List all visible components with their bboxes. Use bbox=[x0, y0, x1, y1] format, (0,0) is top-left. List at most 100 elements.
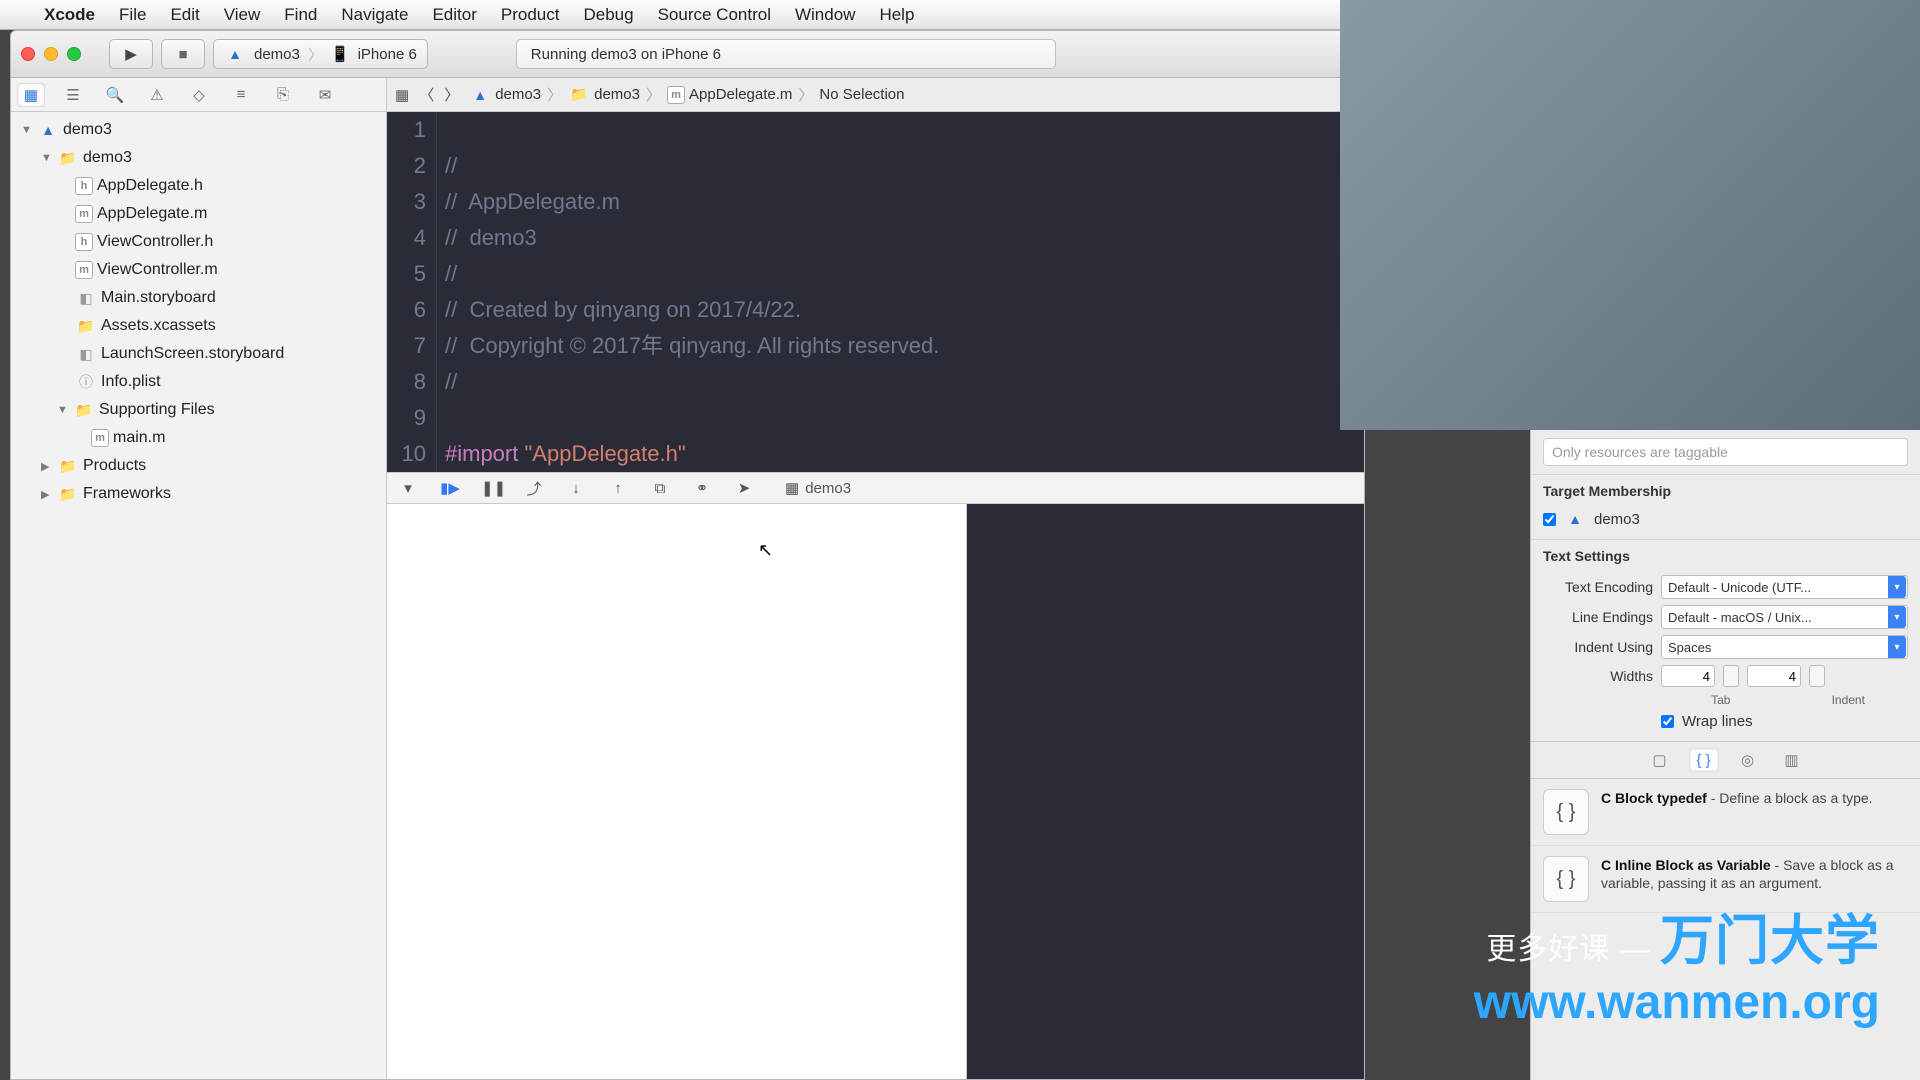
chevron-right-icon: 〉 bbox=[308, 44, 323, 65]
location-icon[interactable]: ➤ bbox=[733, 479, 755, 497]
xcode-toolbar: ▲ demo3 〉 📱 iPhone 6 Running demo3 on iP… bbox=[10, 30, 1365, 78]
debug-toolbar: ▾ ▮▶ ❚❚ ⤴ ↓ ↑ ⧉ ⚭ ➤ ▦demo3 bbox=[387, 472, 1364, 504]
tree-project-root[interactable]: ▼▲demo3 bbox=[11, 116, 386, 144]
app-menu[interactable]: Xcode bbox=[32, 5, 107, 25]
scheme-selector[interactable]: ▲ demo3 〉 📱 iPhone 6 bbox=[213, 39, 428, 69]
tree-supporting[interactable]: ▼📁Supporting Files bbox=[11, 396, 386, 424]
menu-file[interactable]: File bbox=[107, 5, 158, 25]
menu-debug[interactable]: Debug bbox=[571, 5, 645, 25]
tab-width-input[interactable] bbox=[1661, 665, 1715, 687]
tree-file[interactable]: ⓘInfo.plist bbox=[11, 368, 386, 396]
tree-file[interactable]: mmain.m bbox=[11, 424, 386, 452]
grid-icon: ▦ bbox=[785, 479, 799, 497]
tree-products[interactable]: ▶📁Products bbox=[11, 452, 386, 480]
tree-frameworks[interactable]: ▶📁Frameworks bbox=[11, 480, 386, 508]
breakpoint-navigator-tab[interactable]: ⎘ bbox=[269, 83, 297, 107]
target-checkbox[interactable] bbox=[1543, 513, 1556, 526]
back-button[interactable]: 〈 bbox=[419, 84, 434, 105]
view-hierarchy-icon[interactable]: ⧉ bbox=[649, 480, 671, 497]
menu-navigate[interactable]: Navigate bbox=[329, 5, 420, 25]
tab-stepper[interactable] bbox=[1723, 665, 1739, 687]
step-out-icon[interactable]: ↑ bbox=[607, 480, 629, 497]
object-library-tab[interactable]: ◎ bbox=[1733, 748, 1763, 772]
step-into-icon[interactable]: ↓ bbox=[565, 480, 587, 497]
snippet-title: C Inline Block as Variable bbox=[1601, 857, 1771, 873]
menu-product[interactable]: Product bbox=[489, 5, 572, 25]
m-file-icon: m bbox=[667, 86, 685, 104]
tree-file[interactable]: mViewController.m bbox=[11, 256, 386, 284]
endings-select[interactable]: Default - macOS / Unix...▾ bbox=[1661, 605, 1908, 629]
chevron-right-icon: 〉 bbox=[545, 84, 564, 105]
debug-area bbox=[387, 504, 1364, 1079]
snippet-title: C Block typedef bbox=[1601, 790, 1707, 806]
indent-select[interactable]: Spaces▾ bbox=[1661, 635, 1908, 659]
menu-source-control[interactable]: Source Control bbox=[646, 5, 783, 25]
close-button[interactable] bbox=[21, 47, 35, 61]
console-view[interactable] bbox=[967, 504, 1364, 1079]
tree-group[interactable]: ▼📁demo3 bbox=[11, 144, 386, 172]
variables-view[interactable] bbox=[387, 504, 967, 1079]
endings-label: Line Endings bbox=[1543, 609, 1653, 625]
target-membership-header: Target Membership bbox=[1543, 483, 1908, 499]
pause-icon[interactable]: ❚❚ bbox=[481, 479, 503, 497]
window-controls bbox=[21, 47, 81, 61]
debug-target[interactable]: ▦demo3 bbox=[785, 479, 851, 497]
menu-edit[interactable]: Edit bbox=[158, 5, 211, 25]
report-navigator-tab[interactable]: ✉ bbox=[311, 83, 339, 107]
related-items-icon[interactable]: ▦ bbox=[395, 86, 409, 104]
status-text: Running demo3 on iPhone 6 bbox=[531, 46, 721, 63]
snippet-item[interactable]: { } C Block typedef - Define a block as … bbox=[1531, 779, 1920, 846]
indent-width-input[interactable] bbox=[1747, 665, 1801, 687]
tree-file[interactable]: 📁Assets.xcassets bbox=[11, 312, 386, 340]
chevron-right-icon: 〉 bbox=[796, 84, 815, 105]
menu-editor[interactable]: Editor bbox=[420, 5, 488, 25]
library-tabs: ▢ { } ◎ ▥ bbox=[1531, 741, 1920, 779]
zoom-button[interactable] bbox=[67, 47, 81, 61]
tree-file[interactable]: hViewController.h bbox=[11, 228, 386, 256]
wrap-checkbox[interactable] bbox=[1661, 715, 1674, 728]
test-navigator-tab[interactable]: ◇ bbox=[185, 83, 213, 107]
project-navigator: ▦ ☰ 🔍 ⚠ ◇ ≡ ⎘ ✉ ▼▲demo3 ▼📁demo3 hAppDele… bbox=[11, 78, 387, 1079]
target-membership-item[interactable]: ▲ demo3 bbox=[1543, 507, 1908, 531]
tree-file[interactable]: ◧LaunchScreen.storyboard bbox=[11, 340, 386, 368]
tree-file[interactable]: hAppDelegate.h bbox=[11, 172, 386, 200]
source-text[interactable]: // // AppDelegate.m // demo3 // // Creat… bbox=[437, 112, 939, 472]
issue-navigator-tab[interactable]: ⚠ bbox=[143, 83, 171, 107]
symbol-navigator-tab[interactable]: ☰ bbox=[59, 83, 87, 107]
code-editor[interactable]: 12345678910 // // AppDelegate.m // demo3… bbox=[387, 112, 1364, 472]
breadcrumb[interactable]: ▲demo3 〉 📁demo3 〉 mAppDelegate.m 〉 No Se… bbox=[469, 84, 904, 105]
encoding-select[interactable]: Default - Unicode (UTF...▾ bbox=[1661, 575, 1908, 599]
project-navigator-tab[interactable]: ▦ bbox=[17, 83, 45, 107]
media-library-tab[interactable]: ▥ bbox=[1777, 748, 1807, 772]
menu-view[interactable]: View bbox=[212, 5, 273, 25]
file-template-tab[interactable]: ▢ bbox=[1645, 748, 1675, 772]
scheme-target-label: demo3 bbox=[254, 46, 300, 63]
tab-caption: Tab bbox=[1661, 693, 1781, 707]
chevron-right-icon: 〉 bbox=[644, 84, 663, 105]
debug-navigator-tab[interactable]: ≡ bbox=[227, 83, 255, 107]
run-button[interactable] bbox=[109, 39, 153, 69]
menu-window[interactable]: Window bbox=[783, 5, 867, 25]
watermark: 更多好课 — 万门大学 www.wanmen.org bbox=[1474, 896, 1880, 1030]
find-navigator-tab[interactable]: 🔍 bbox=[101, 83, 129, 107]
minimize-button[interactable] bbox=[44, 47, 58, 61]
hide-debug-area-icon[interactable]: ▾ bbox=[397, 479, 419, 497]
tree-file[interactable]: ◧Main.storyboard bbox=[11, 284, 386, 312]
tree-file[interactable]: mAppDelegate.m bbox=[11, 200, 386, 228]
indent-label: Indent Using bbox=[1543, 639, 1653, 655]
activity-status: Running demo3 on iPhone 6 bbox=[516, 39, 1056, 69]
menu-help[interactable]: Help bbox=[867, 5, 926, 25]
line-gutter: 12345678910 bbox=[387, 112, 437, 472]
device-icon: 📱 bbox=[331, 45, 350, 63]
step-over-icon[interactable]: ⤴ bbox=[523, 478, 545, 499]
memory-graph-icon[interactable]: ⚭ bbox=[691, 479, 713, 497]
indent-stepper[interactable] bbox=[1809, 665, 1825, 687]
stop-button[interactable] bbox=[161, 39, 205, 69]
forward-button[interactable]: 〉 bbox=[444, 84, 459, 105]
menu-find[interactable]: Find bbox=[272, 5, 329, 25]
text-settings-header: Text Settings bbox=[1543, 548, 1908, 564]
xcode-window-body: ▦ ☰ 🔍 ⚠ ◇ ≡ ⎘ ✉ ▼▲demo3 ▼📁demo3 hAppDele… bbox=[10, 78, 1365, 1080]
code-snippet-tab[interactable]: { } bbox=[1689, 748, 1719, 772]
tag-field[interactable]: Only resources are taggable bbox=[1543, 438, 1908, 466]
breakpoints-icon[interactable]: ▮▶ bbox=[439, 479, 461, 497]
